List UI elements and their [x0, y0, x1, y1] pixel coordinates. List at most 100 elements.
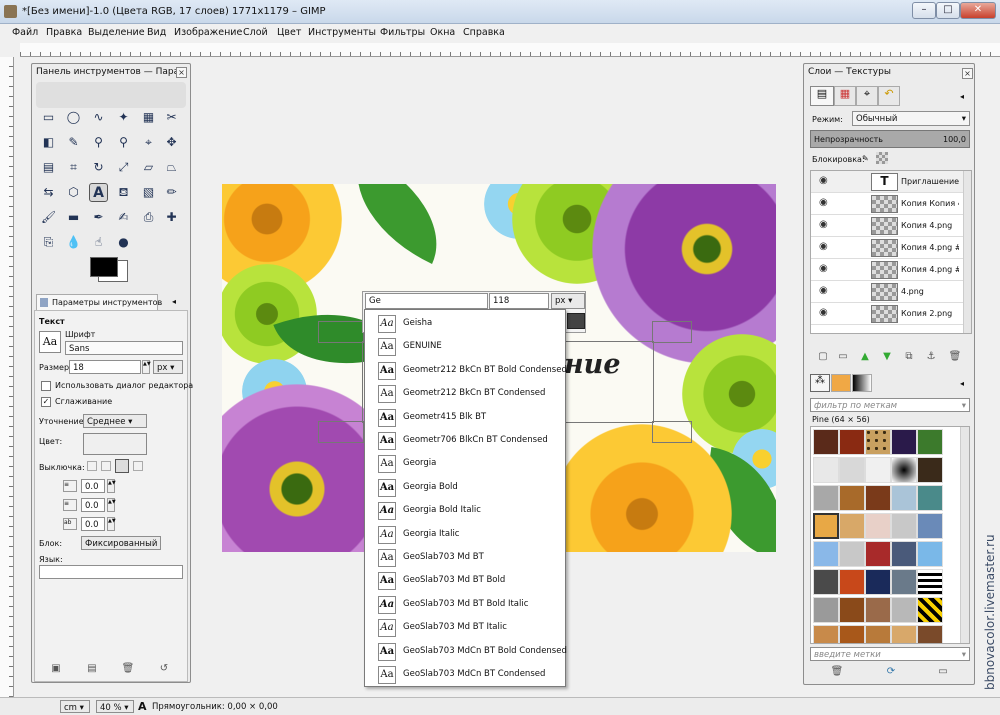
pattern-swatch[interactable] — [839, 457, 865, 483]
menu-select[interactable]: Выделение — [88, 27, 145, 38]
move-icon[interactable]: ✥ — [162, 133, 181, 152]
pattern-swatch[interactable] — [813, 457, 839, 483]
unit-select[interactable]: cm ▾ — [60, 700, 90, 713]
dodge-burn-icon[interactable]: ● — [114, 233, 133, 252]
tab-menu-icon[interactable]: ◂ — [172, 297, 176, 306]
color-picker-icon[interactable]: ⚲ — [89, 133, 108, 152]
foreground-select-icon[interactable]: ◧ — [39, 133, 58, 152]
scale-icon[interactable]: ⤢ — [114, 158, 133, 177]
size-input[interactable]: 18 — [69, 360, 141, 374]
visibility-eye-icon[interactable]: ◉ — [819, 241, 828, 252]
menu-image[interactable]: Изображение — [174, 27, 242, 38]
tab-tool-options[interactable]: Параметры инструментов — [36, 294, 162, 311]
vertical-ruler[interactable] — [0, 57, 14, 697]
pattern-swatch[interactable] — [891, 513, 917, 539]
pattern-swatch[interactable] — [865, 457, 891, 483]
reset-options-icon[interactable]: ↺ — [157, 663, 171, 675]
eraser-icon[interactable]: ▬ — [64, 208, 83, 227]
scissors-icon[interactable]: ✂ — [162, 108, 181, 127]
tab-gradients-icon[interactable] — [852, 374, 872, 392]
pattern-swatch[interactable] — [839, 597, 865, 623]
visibility-eye-icon[interactable]: ◉ — [819, 175, 828, 186]
crop-icon[interactable]: ⌗ — [64, 158, 83, 177]
pattern-swatch[interactable] — [813, 597, 839, 623]
pattern-swatch[interactable] — [917, 541, 943, 567]
layer-row[interactable]: ◉ Копия 4.png # — [811, 237, 963, 259]
menu-tools[interactable]: Инструменты — [308, 27, 376, 38]
font-list-item[interactable]: Aa GeoSlab703 MdCn BT Condensed — [365, 663, 565, 686]
fuzzy-select-icon[interactable]: ✦ — [114, 108, 133, 127]
tab-patterns-icon[interactable] — [831, 374, 851, 392]
tab-undo-icon[interactable]: ↶ — [878, 86, 900, 106]
pattern-swatch[interactable] — [891, 569, 917, 595]
menu-layer[interactable]: Слой — [243, 27, 268, 38]
align-icon[interactable]: ▤ — [39, 158, 58, 177]
font-list-item[interactable]: Aa GeoSlab703 MdCn BT Bold Condensed — [365, 640, 567, 663]
size-unit-select[interactable]: px ▾ — [153, 360, 183, 374]
tab-layers-icon[interactable]: ▤ — [810, 86, 834, 106]
pattern-swatch-selected[interactable] — [813, 513, 839, 539]
hinting-select[interactable]: Среднее ▾ — [83, 414, 147, 428]
letter-spacing-input[interactable]: 0.0 — [81, 517, 105, 531]
font-list-item[interactable]: Aa Georgia Bold Italic — [365, 499, 565, 522]
measure-icon[interactable]: ⌖ — [139, 133, 158, 152]
layer-row[interactable]: ◉ Копия 4.png — [811, 215, 963, 237]
duplicate-layer-icon[interactable]: ⧉ — [902, 351, 916, 363]
pattern-swatch[interactable] — [839, 541, 865, 567]
zoom-icon[interactable]: ⚲ — [114, 133, 133, 152]
font-list-item[interactable]: Aa GeoSlab703 Md BT Bold — [365, 569, 565, 592]
pattern-swatch[interactable] — [865, 541, 891, 567]
pattern-swatch[interactable] — [813, 625, 839, 643]
menu-filters[interactable]: Фильтры — [380, 27, 425, 38]
layer-row[interactable]: ◉ Копия Копия 4 — [811, 193, 963, 215]
tab-channels-icon[interactable]: ▦ — [834, 86, 856, 106]
perspective-icon[interactable]: ⏢ — [162, 158, 181, 177]
pattern-swatch[interactable] — [917, 429, 943, 455]
font-list-item[interactable]: Aa Geometr212 BkCn BT Condensed — [365, 382, 565, 405]
visibility-eye-icon[interactable]: ◉ — [819, 307, 828, 318]
new-layer-icon[interactable]: ▢ — [816, 351, 830, 363]
horizontal-ruler[interactable] — [20, 43, 1000, 57]
paths-icon[interactable]: ✎ — [64, 133, 83, 152]
visibility-eye-icon[interactable]: ◉ — [819, 219, 828, 230]
blur-icon[interactable]: 💧 — [64, 233, 83, 252]
font-preview-icon[interactable]: Aa — [39, 331, 61, 353]
pattern-swatch[interactable] — [917, 569, 943, 595]
pattern-swatch[interactable] — [813, 569, 839, 595]
flip-icon[interactable]: ⇆ — [39, 183, 58, 202]
perspective-clone-icon[interactable]: ⎘ — [39, 233, 58, 252]
paintbrush-icon[interactable]: 🖌 — [39, 208, 58, 227]
open-pattern-folder-icon[interactable]: ▭ — [936, 666, 950, 678]
language-input[interactable] — [39, 565, 183, 579]
delete-options-icon[interactable]: 🗑 — [121, 663, 135, 675]
justify-center-icon[interactable] — [115, 459, 129, 473]
text-box-handle[interactable] — [652, 421, 692, 443]
delete-layer-icon[interactable]: 🗑 — [948, 351, 962, 363]
menu-help[interactable]: Справка — [463, 27, 505, 38]
pattern-swatch[interactable] — [839, 625, 865, 643]
delete-pattern-icon[interactable]: 🗑 — [830, 666, 844, 678]
pattern-swatch[interactable] — [891, 541, 917, 567]
pattern-swatch[interactable] — [813, 541, 839, 567]
menu-file[interactable]: Файл — [12, 27, 38, 38]
tab-brushes-icon[interactable]: ⁂ — [810, 374, 830, 392]
font-size-input[interactable]: 118 — [489, 293, 549, 309]
free-select-icon[interactable]: ∿ — [89, 108, 108, 127]
indent-spinner[interactable]: ▲▼ — [107, 479, 116, 493]
text-box-handle[interactable] — [318, 421, 364, 443]
pattern-swatch[interactable] — [839, 569, 865, 595]
font-list-item[interactable]: Aa GeoSlab703 Md BT Bold Italic — [365, 593, 565, 616]
raise-layer-icon[interactable]: ▲ — [858, 351, 872, 363]
font-list-item[interactable]: Aa GENUINE — [365, 335, 565, 358]
justify-right-icon[interactable] — [101, 461, 111, 471]
pattern-swatch[interactable] — [839, 485, 865, 511]
patterns-scrollbar[interactable] — [960, 427, 969, 643]
pattern-swatch[interactable] — [917, 513, 943, 539]
font-list-item[interactable]: Aa Georgia — [365, 452, 565, 475]
airbrush-icon[interactable]: ✒ — [89, 208, 108, 227]
text-box-handle[interactable] — [652, 321, 692, 343]
pattern-swatch[interactable] — [865, 625, 891, 643]
layers-dock-close-icon[interactable]: × — [962, 68, 973, 79]
shear-icon[interactable]: ▱ — [139, 158, 158, 177]
text-box-handle[interactable] — [318, 321, 364, 343]
